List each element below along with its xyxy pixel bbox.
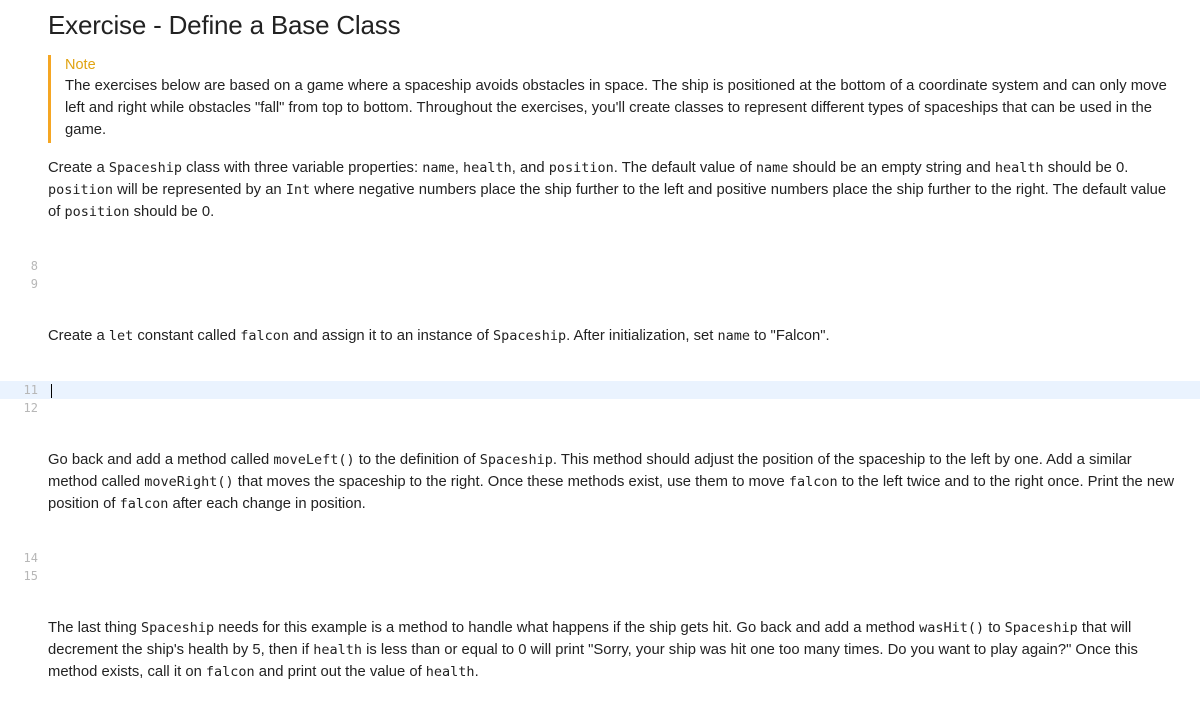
line-number: 12 (0, 399, 48, 417)
inline-code: name (756, 160, 789, 176)
line-number: 15 (0, 567, 48, 585)
inline-code: Spaceship (480, 452, 553, 468)
code-line-row[interactable]: 11 (0, 381, 1200, 399)
paragraph-2: Create a let constant called falcon and … (48, 325, 1176, 347)
inline-code: Spaceship (109, 160, 182, 176)
inline-code: moveRight() (144, 474, 233, 490)
inline-code: falcon (240, 328, 289, 344)
code-cell-1[interactable]: 89 (0, 257, 1200, 293)
inline-code: Spaceship (493, 328, 566, 344)
code-cell-3[interactable]: 1415 (0, 549, 1200, 585)
paragraph-4: The last thing Spaceship needs for this … (48, 617, 1176, 683)
markdown-cell-4: The last thing Spaceship needs for this … (0, 613, 1200, 689)
line-number: 8 (0, 257, 48, 275)
code-cell-2[interactable]: 1112 (0, 381, 1200, 417)
playground-page: Exercise - Define a Base Class Note The … (0, 0, 1200, 689)
code-line[interactable] (48, 567, 1200, 585)
inline-code: falcon (206, 664, 255, 680)
code-line[interactable] (48, 549, 1200, 567)
code-line[interactable] (48, 257, 1200, 275)
line-gutter (0, 0, 48, 229)
note-label: Note (65, 57, 1176, 73)
line-gutter (0, 445, 48, 521)
inline-code: health (313, 642, 362, 658)
line-number: 11 (0, 381, 48, 399)
line-number: 9 (0, 275, 48, 293)
code-line[interactable] (48, 275, 1200, 293)
code-line-row[interactable]: 8 (0, 257, 1200, 275)
code-line-row[interactable]: 12 (0, 399, 1200, 417)
page-title: Exercise - Define a Base Class (48, 10, 1176, 41)
inline-code: health (995, 160, 1044, 176)
line-number: 14 (0, 549, 48, 567)
inline-code: health (463, 160, 512, 176)
markdown-cell-intro: Exercise - Define a Base Class Note The … (0, 0, 1200, 229)
paragraph-1: Create a Spaceship class with three vari… (48, 157, 1176, 223)
inline-code: wasHit() (919, 620, 984, 636)
inline-code: let (109, 328, 133, 344)
line-gutter (0, 321, 48, 353)
inline-code: falcon (120, 496, 169, 512)
inline-code: name (422, 160, 455, 176)
inline-code: position (48, 182, 113, 198)
inline-code: moveLeft() (273, 452, 354, 468)
inline-code: position (64, 204, 129, 220)
inline-code: health (426, 664, 475, 680)
paragraph-3: Go back and add a method called moveLeft… (48, 449, 1176, 515)
note-text: The exercises below are based on a game … (65, 75, 1176, 141)
code-line-row[interactable]: 14 (0, 549, 1200, 567)
markdown-cell-3: Go back and add a method called moveLeft… (0, 445, 1200, 521)
note-callout: Note The exercises below are based on a … (48, 55, 1176, 143)
code-line[interactable] (48, 399, 1200, 417)
code-line[interactable] (48, 381, 1200, 399)
inline-code: Spaceship (1005, 620, 1078, 636)
inline-code: Spaceship (141, 620, 214, 636)
inline-code: falcon (789, 474, 838, 490)
code-line-row[interactable]: 9 (0, 275, 1200, 293)
inline-code: Int (286, 182, 310, 198)
code-line-row[interactable]: 15 (0, 567, 1200, 585)
inline-code: position (549, 160, 614, 176)
text-cursor (51, 384, 52, 398)
markdown-cell-2: Create a let constant called falcon and … (0, 321, 1200, 353)
line-gutter (0, 613, 48, 689)
inline-code: name (717, 328, 750, 344)
